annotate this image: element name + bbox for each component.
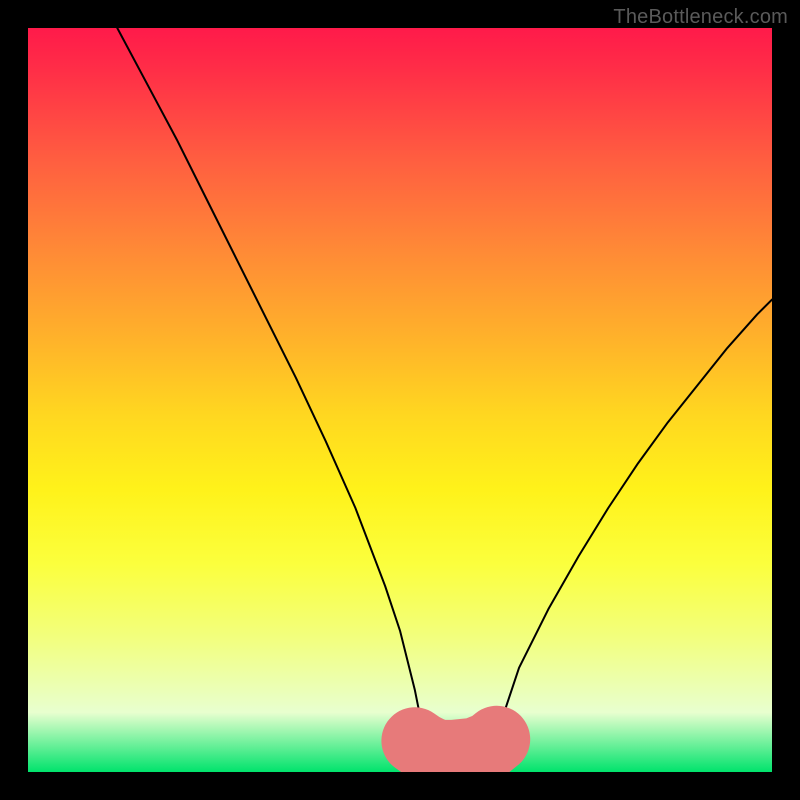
plot-area xyxy=(28,28,772,772)
watermark-text: TheBottleneck.com xyxy=(613,6,788,29)
main-curve xyxy=(117,28,772,757)
curve-svg xyxy=(28,28,772,772)
chart-container: TheBottleneck.com xyxy=(0,0,800,800)
bottom-highlight xyxy=(415,739,497,753)
